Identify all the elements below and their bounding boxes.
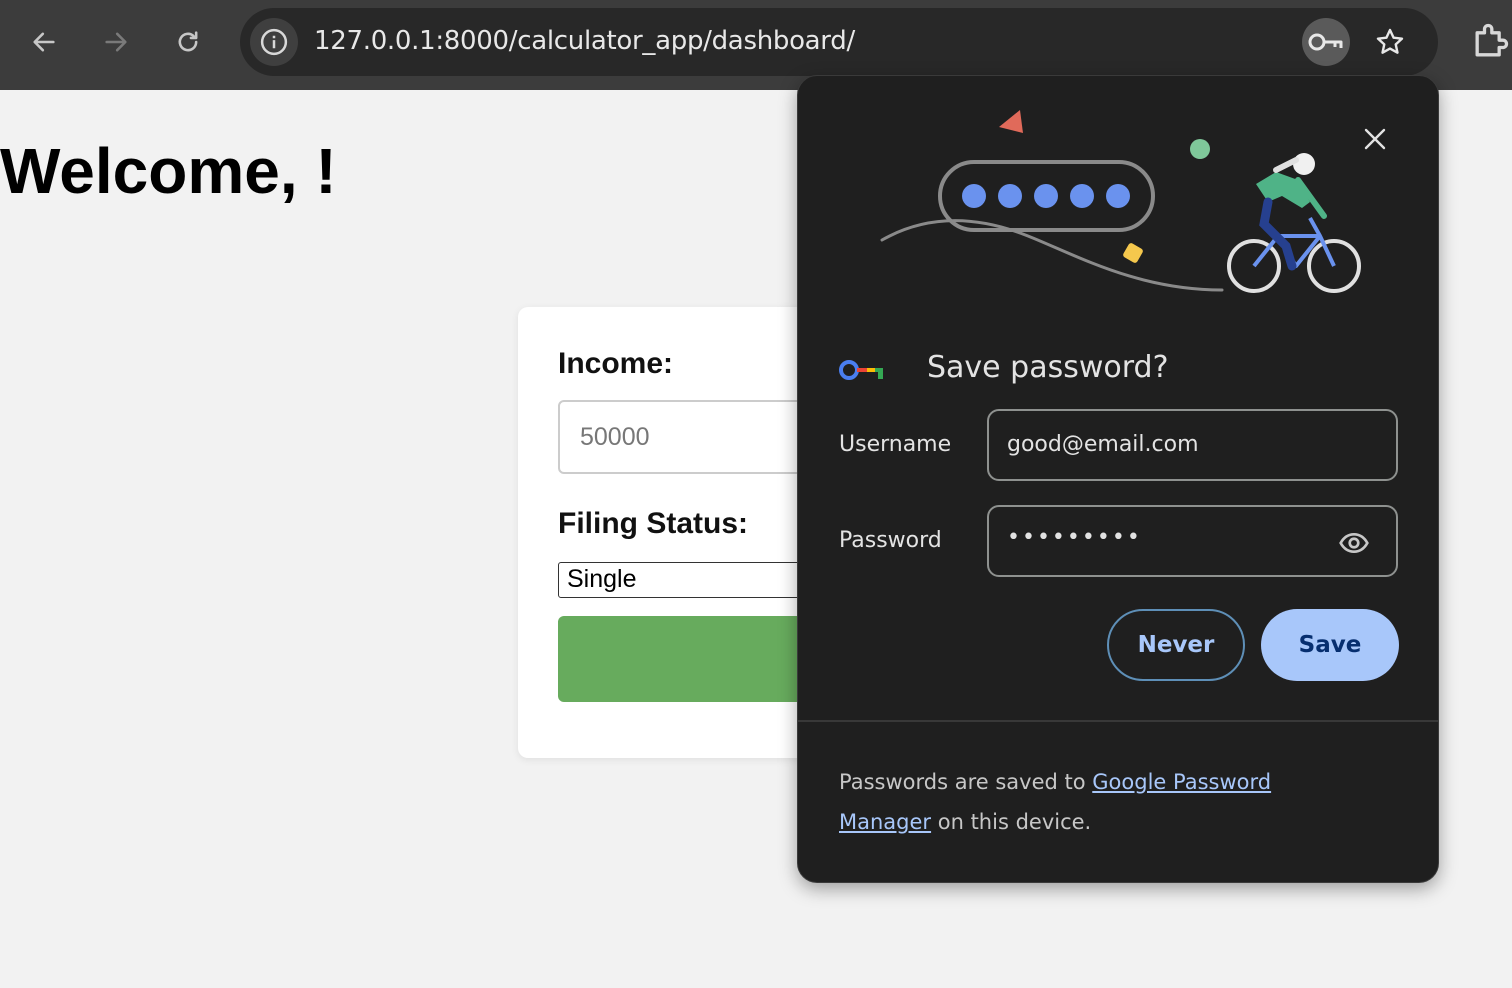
- footer-prefix: Passwords are saved to: [839, 770, 1093, 794]
- save-button[interactable]: Save: [1261, 609, 1399, 681]
- income-label: Income:: [558, 347, 674, 380]
- cyclist-illustration: [880, 110, 1361, 293]
- footer-divider: [798, 720, 1438, 722]
- back-button[interactable]: [24, 22, 64, 62]
- extensions-button[interactable]: [1468, 20, 1512, 64]
- password-field[interactable]: •••••••••: [987, 505, 1398, 577]
- back-icon: [33, 32, 55, 52]
- dialog-title: Save password?: [927, 350, 1169, 385]
- star-icon: [1376, 28, 1404, 54]
- site-info-button[interactable]: [250, 18, 298, 66]
- forward-icon: [105, 32, 127, 52]
- password-manager-logo-icon: [839, 360, 883, 380]
- eye-icon[interactable]: [1338, 527, 1370, 559]
- key-icon: [1308, 33, 1343, 51]
- never-button[interactable]: Never: [1107, 609, 1245, 681]
- close-icon: [1364, 128, 1386, 150]
- bookmark-button[interactable]: [1368, 20, 1412, 64]
- password-value: •••••••••: [1007, 525, 1142, 550]
- site-info-icon: [260, 28, 288, 56]
- forward-button[interactable]: [96, 22, 136, 62]
- password-key-button[interactable]: [1302, 18, 1350, 66]
- username-label: Username: [839, 432, 952, 457]
- password-label: Password: [839, 528, 942, 553]
- filing-status-label: Filing Status:: [558, 507, 748, 540]
- footer-suffix: on this device.: [931, 810, 1092, 834]
- username-value: good@email.com: [1007, 432, 1199, 457]
- close-button[interactable]: [1358, 122, 1392, 156]
- reload-button[interactable]: [168, 22, 208, 62]
- footer-text: Passwords are saved to Google Password M…: [839, 762, 1359, 842]
- address-bar[interactable]: 127.0.0.1:8000/calculator_app/dashboard/: [240, 8, 1438, 76]
- extensions-icon: [1475, 23, 1509, 57]
- save-password-dialog: Save password? Username good@email.com P…: [797, 75, 1439, 883]
- username-field[interactable]: good@email.com: [987, 409, 1398, 481]
- welcome-heading: Welcome, !: [0, 135, 337, 207]
- url-text[interactable]: 127.0.0.1:8000/calculator_app/dashboard/: [314, 26, 855, 56]
- reload-icon: [178, 31, 198, 52]
